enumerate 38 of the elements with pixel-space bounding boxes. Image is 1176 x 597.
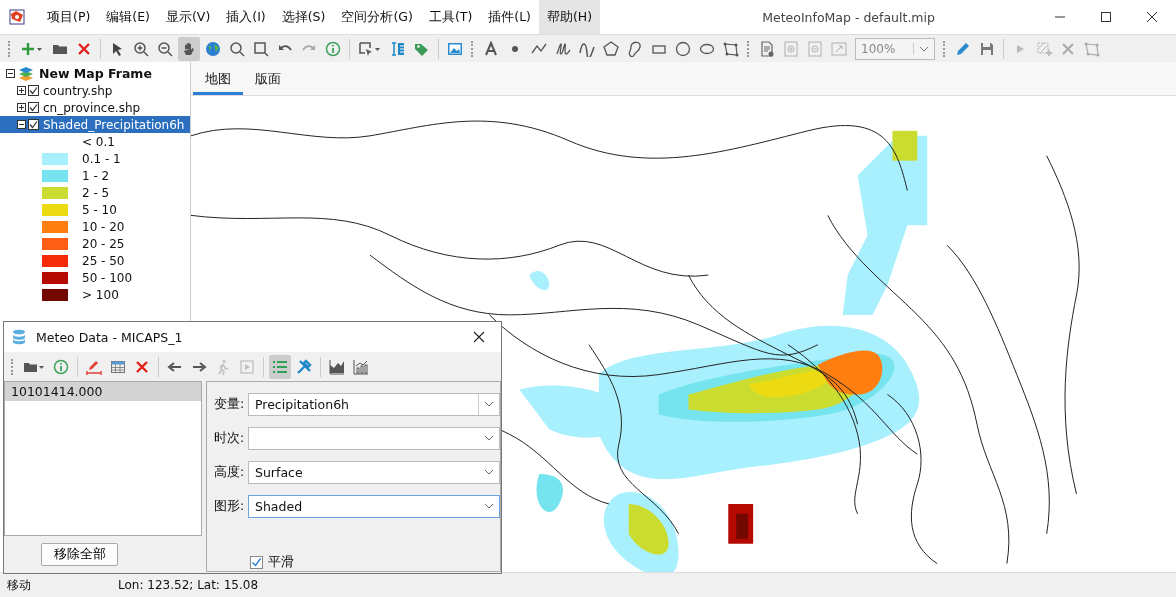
legend-label: > 100	[82, 287, 119, 302]
checkbox-label: 平滑	[268, 554, 294, 571]
legend-label: 5 - 10	[82, 202, 117, 217]
menu-item[interactable]: 空间分析(G)	[333, 0, 421, 34]
map-frame-label[interactable]: New Map Frame	[39, 66, 152, 81]
legend-label: 0.1 - 1	[82, 151, 121, 166]
tab[interactable]: 版面	[243, 64, 293, 96]
layer-item[interactable]: cn_province.shp	[0, 99, 190, 116]
field-label: 图形:	[214, 497, 246, 515]
field-label: 高度:	[214, 463, 246, 481]
remove-all-button[interactable]: 移除全部	[41, 542, 118, 566]
menu-item[interactable]: 显示(V)	[157, 0, 219, 34]
menu-item[interactable]: 帮助(H)	[539, 0, 601, 34]
legend-label: 25 - 50	[82, 253, 125, 268]
field-label: 时次:	[214, 429, 246, 447]
legend-label: < 0.1	[82, 134, 115, 149]
dropdown-field[interactable]: Surface	[248, 460, 500, 484]
field-label: 变量:	[214, 395, 246, 413]
layer-item[interactable]: country.shp	[0, 82, 190, 99]
menu-item[interactable]: 编辑(E)	[98, 0, 158, 34]
legend-label: 1 - 2	[82, 168, 110, 183]
window-title: MeteoInfoMap - default.mip	[761, 9, 936, 25]
menu-item[interactable]: 项目(P)	[39, 0, 99, 34]
file-item[interactable]: 10101414.000	[5, 382, 201, 401]
dialog-title: Meteo Data - MICAPS_1	[36, 329, 184, 345]
menu-item[interactable]: 插入(I)	[218, 0, 274, 34]
legend-label: 50 - 100	[82, 270, 133, 285]
status-coordinates: Lon: 123.52; Lat: 15.08	[118, 578, 259, 592]
dropdown-field[interactable]: Shaded	[248, 494, 500, 518]
legend-label: 10 - 20	[82, 219, 125, 234]
layer-item[interactable]: Shaded_Precipitation6h	[0, 116, 190, 133]
dropdown-field[interactable]: Precipitation6h	[248, 392, 500, 416]
legend-label: 20 - 25	[82, 236, 125, 251]
menu-item[interactable]: 选择(S)	[273, 0, 334, 34]
menu-item[interactable]: 工具(T)	[420, 0, 481, 34]
status-mode: 移动	[7, 576, 32, 594]
menu-item[interactable]: 插件(L)	[480, 0, 539, 34]
legend-label: 2 - 5	[82, 185, 110, 200]
